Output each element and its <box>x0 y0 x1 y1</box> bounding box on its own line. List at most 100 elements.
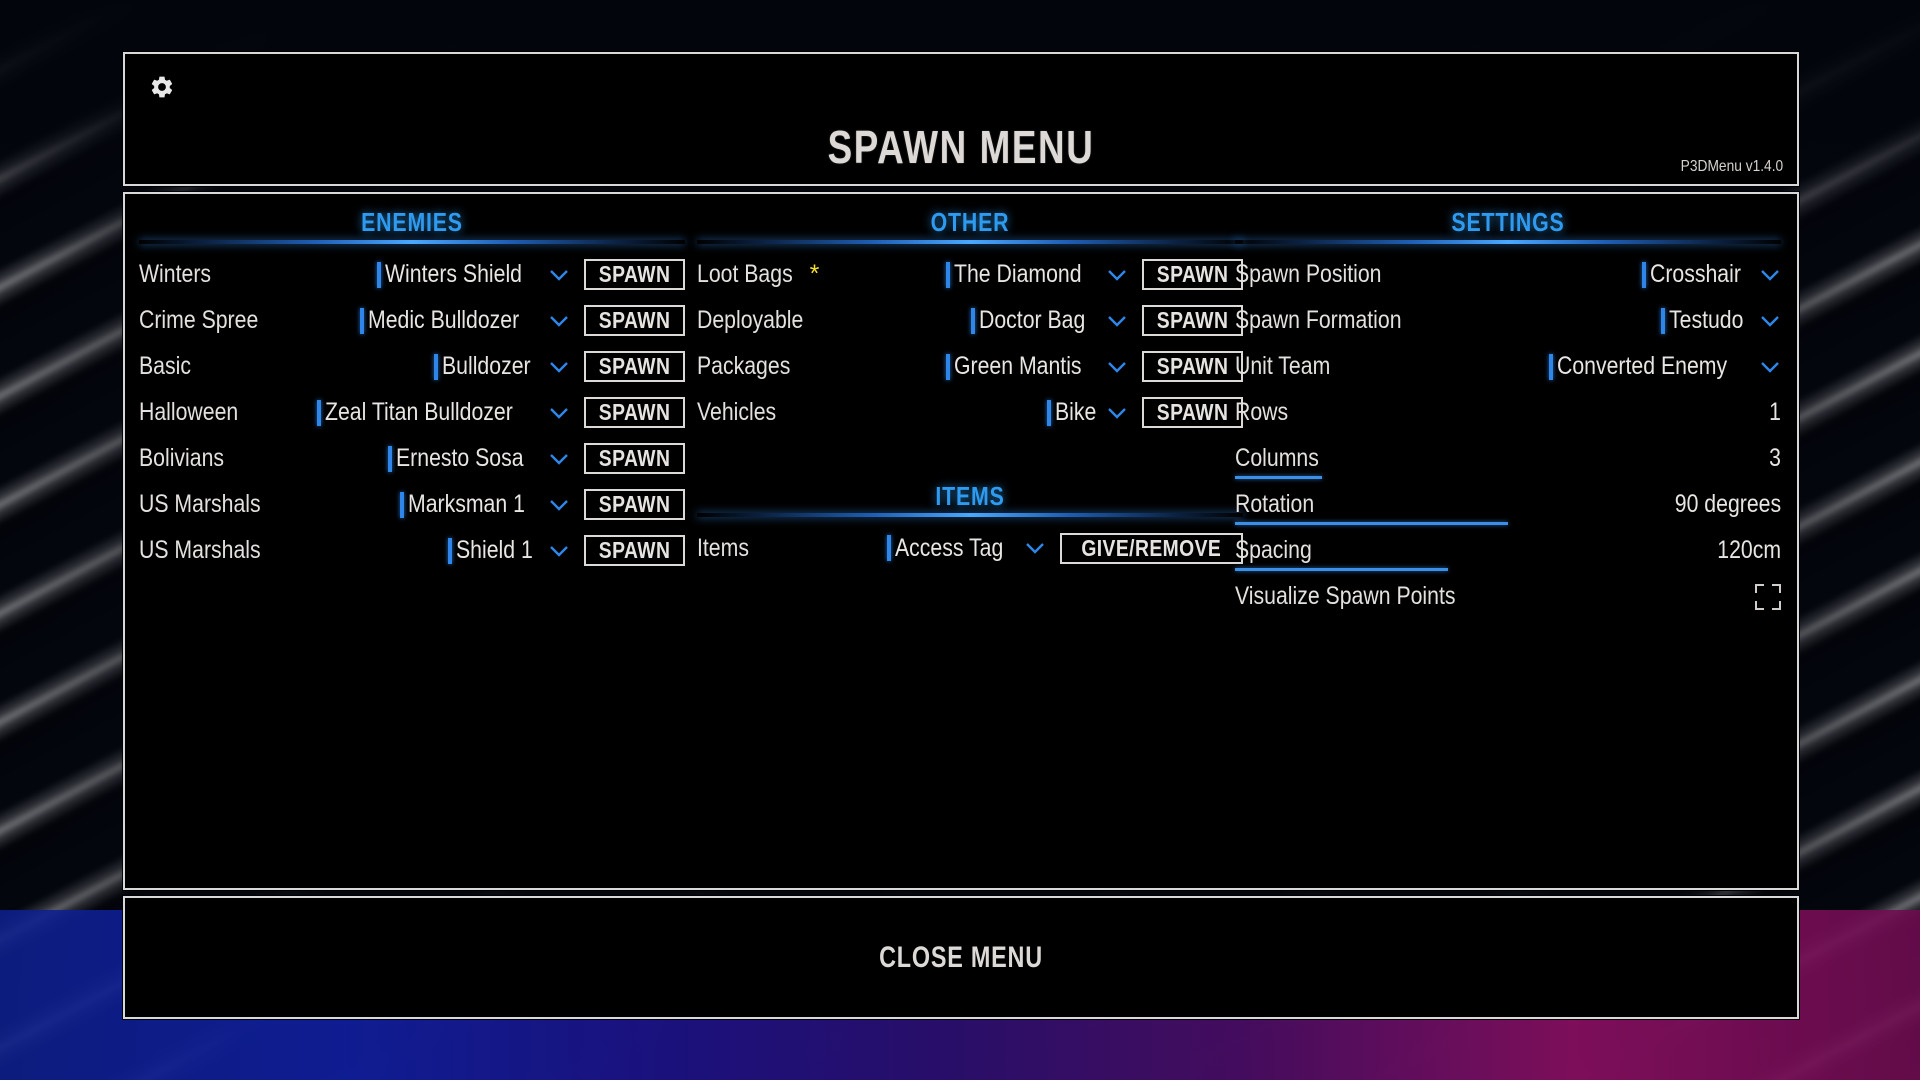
dropdown-marker <box>970 307 975 334</box>
items-dropdown[interactable]: Access Tag <box>887 534 1046 563</box>
section-title-settings: SETTINGS <box>1451 207 1565 237</box>
row-label: Packages <box>697 352 791 381</box>
chevron-down-icon <box>548 402 570 424</box>
dropdown-marker <box>1047 399 1052 426</box>
enemy-dropdown[interactable]: Medic Bulldozer <box>360 306 570 335</box>
spawn-button[interactable]: SPAWN <box>1141 397 1243 429</box>
row-label: Unit Team <box>1235 352 1331 381</box>
chevron-down-icon <box>548 540 570 562</box>
row-label: Spawn Formation <box>1235 306 1402 335</box>
spawn-button-label: SPAWN <box>598 445 671 472</box>
chevron-down-icon <box>1759 310 1781 332</box>
spawn-button[interactable]: SPAWN <box>583 535 685 567</box>
spawn-button-label: SPAWN <box>598 261 671 288</box>
chevron-down-icon <box>548 310 570 332</box>
chevron-down-icon <box>1106 402 1128 424</box>
settings-column: SETTINGS Spawn Position Crosshair Spawn … <box>1235 208 1781 620</box>
dropdown-marker <box>400 491 405 518</box>
dropdown-marker <box>360 307 364 334</box>
setting-slider-rotation[interactable]: Rotation 90 degrees <box>1235 482 1781 528</box>
items-row: Items Access Tag GIVE/REMOVE <box>697 525 1243 571</box>
spawn-button[interactable]: SPAWN <box>583 489 685 521</box>
enemies-column: ENEMIES Winters Winters Shield SPAWN Cri… <box>139 208 685 574</box>
vehicles-dropdown[interactable]: Bike <box>1047 398 1128 427</box>
spawn-formation-dropdown[interactable]: Testudo <box>1661 306 1781 335</box>
dropdown-value: Doctor Bag <box>978 306 1086 335</box>
enemy-dropdown[interactable]: Shield 1 <box>447 536 570 565</box>
dropdown-value: Ernesto Sosa <box>395 444 524 473</box>
setting-slider-rows[interactable]: Rows 1 <box>1235 390 1781 436</box>
spawn-button[interactable]: SPAWN <box>1141 351 1243 383</box>
dropdown-value: Bike <box>1055 398 1097 427</box>
dropdown-value: Marksman 1 <box>408 490 526 519</box>
spawn-button[interactable]: SPAWN <box>583 259 685 291</box>
row-label: Halloween <box>139 398 239 427</box>
spawn-button[interactable]: SPAWN <box>583 443 685 475</box>
deployable-dropdown[interactable]: Doctor Bag <box>970 306 1128 335</box>
slider-track[interactable] <box>1235 475 1323 479</box>
setting-row-unit-team: Unit Team Converted Enemy <box>1235 344 1781 390</box>
chevron-down-icon <box>1759 264 1781 286</box>
slider-track[interactable] <box>1235 521 1508 525</box>
dropdown-marker <box>1548 353 1553 380</box>
dropdown-marker <box>1661 307 1666 334</box>
dropdown-marker <box>1642 261 1647 288</box>
row-label: Crime Spree <box>139 306 259 335</box>
spawn-button-label: SPAWN <box>598 353 671 380</box>
chevron-down-icon <box>548 264 570 286</box>
enemy-dropdown[interactable]: Ernesto Sosa <box>387 444 570 473</box>
spawn-button-label: SPAWN <box>598 537 671 564</box>
enemy-dropdown[interactable]: Zeal Titan Bulldozer <box>316 398 570 427</box>
footer-panel: CLOSE MENU <box>123 896 1799 1019</box>
row-label: Spawn Position <box>1235 260 1382 289</box>
spawn-button[interactable]: SPAWN <box>1141 259 1243 291</box>
spawn-position-dropdown[interactable]: Crosshair <box>1642 260 1781 289</box>
spawn-button-label: SPAWN <box>1156 307 1229 334</box>
enemy-row: Winters Winters Shield SPAWN <box>139 252 685 298</box>
spawn-button[interactable]: SPAWN <box>583 351 685 383</box>
enemy-row: US Marshals Marksman 1 SPAWN <box>139 482 685 528</box>
dropdown-value: Medic Bulldozer <box>368 306 520 335</box>
header-panel: SPAWN MENU P3DMenu v1.4.0 <box>123 52 1799 186</box>
slider-value: 120cm <box>1717 536 1781 565</box>
row-label: Vehicles <box>697 398 777 427</box>
chevron-down-icon <box>1759 356 1781 378</box>
enemy-row: Crime Spree Medic Bulldozer SPAWN <box>139 298 685 344</box>
gear-icon[interactable] <box>143 68 181 106</box>
slider-track[interactable] <box>1235 567 1448 571</box>
dropdown-value: Zeal Titan Bulldozer <box>324 398 513 427</box>
enemy-dropdown[interactable]: Winters Shield <box>376 260 570 289</box>
row-label: Spacing <box>1235 536 1312 565</box>
chevron-down-icon <box>548 494 570 516</box>
spawn-button[interactable]: SPAWN <box>1141 305 1243 337</box>
row-label: Rotation <box>1235 490 1315 519</box>
spawn-button[interactable]: SPAWN <box>583 397 685 429</box>
spawn-button-label: SPAWN <box>1156 399 1229 426</box>
packages-dropdown[interactable]: Green Mantis <box>945 352 1128 381</box>
crop-frame-icon[interactable] <box>1755 583 1781 610</box>
other-row: Vehicles Bike SPAWN <box>697 390 1243 436</box>
setting-row-visualize-spawn-points: Visualize Spawn Points <box>1235 574 1781 620</box>
version-label: P3DMenu v1.4.0 <box>1680 158 1783 175</box>
spawn-button[interactable]: SPAWN <box>583 305 685 337</box>
loot-bag-dropdown[interactable]: The Diamond <box>945 260 1128 289</box>
give-remove-button[interactable]: GIVE/REMOVE <box>1060 532 1243 564</box>
section-divider <box>1235 239 1781 244</box>
slider-value: 3 <box>1769 444 1781 473</box>
enemy-dropdown[interactable]: Bulldozer <box>433 352 570 381</box>
dropdown-value: Testudo <box>1669 306 1744 335</box>
section-title-items: ITEMS <box>935 480 1005 511</box>
enemy-row: Basic Bulldozer SPAWN <box>139 344 685 390</box>
unit-team-dropdown[interactable]: Converted Enemy <box>1548 352 1781 381</box>
enemy-dropdown[interactable]: Marksman 1 <box>400 490 570 519</box>
page-title: SPAWN MENU <box>827 121 1095 173</box>
section-title-enemies: ENEMIES <box>361 207 463 237</box>
setting-slider-spacing[interactable]: Spacing 120cm <box>1235 528 1781 574</box>
close-menu-button[interactable]: CLOSE MENU <box>125 898 1797 1017</box>
chevron-down-icon <box>1024 537 1046 559</box>
row-label: US Marshals <box>139 536 261 565</box>
setting-row-spawn-formation: Spawn Formation Testudo <box>1235 298 1781 344</box>
dropdown-value: Access Tag <box>895 533 1004 562</box>
setting-slider-columns[interactable]: Columns 3 <box>1235 436 1781 482</box>
